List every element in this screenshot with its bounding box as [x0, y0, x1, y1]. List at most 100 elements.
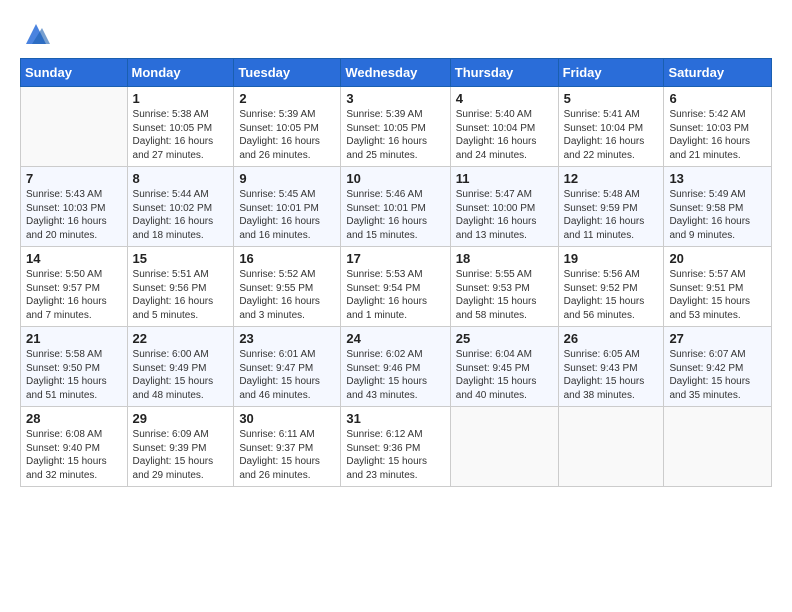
- day-number: 26: [564, 331, 659, 346]
- day-of-week-header: Tuesday: [234, 59, 341, 87]
- day-of-week-header: Wednesday: [341, 59, 450, 87]
- calendar-cell: 9 Sunrise: 5:45 AM Sunset: 10:01 PM Dayli…: [234, 167, 341, 247]
- calendar-cell: 12 Sunrise: 5:48 AM Sunset: 9:59 PM Dayli…: [558, 167, 664, 247]
- calendar-cell: 17 Sunrise: 5:53 AM Sunset: 9:54 PM Dayli…: [341, 247, 450, 327]
- calendar-cell: 15 Sunrise: 5:51 AM Sunset: 9:56 PM Dayli…: [127, 247, 234, 327]
- day-number: 8: [133, 171, 229, 186]
- day-number: 17: [346, 251, 444, 266]
- cell-info: Sunrise: 5:43 AM Sunset: 10:03 PM Daylig…: [26, 188, 122, 242]
- logo: [20, 20, 50, 48]
- day-number: 25: [456, 331, 553, 346]
- page: SundayMondayTuesdayWednesdayThursdayFrid…: [0, 0, 792, 507]
- cell-info: Sunrise: 5:58 AM Sunset: 9:50 PM Dayligh…: [26, 348, 122, 402]
- calendar-cell: 10 Sunrise: 5:46 AM Sunset: 10:01 PM Dayl…: [341, 167, 450, 247]
- calendar-cell: 4Sunrise: 5:40 AM Sunset: 10:04 PM Dayli…: [450, 87, 558, 167]
- day-number: 3: [346, 91, 444, 106]
- cell-info: Sunrise: 5:57 AM Sunset: 9:51 PM Dayligh…: [669, 268, 766, 322]
- cell-info: Sunrise: 5:50 AM Sunset: 9:57 PM Dayligh…: [26, 268, 122, 322]
- calendar-cell: 14 Sunrise: 5:50 AM Sunset: 9:57 PM Dayli…: [21, 247, 128, 327]
- calendar-cell: 13 Sunrise: 5:49 AM Sunset: 9:58 PM Dayli…: [664, 167, 772, 247]
- calendar-cell: 8 Sunrise: 5:44 AM Sunset: 10:02 PM Dayli…: [127, 167, 234, 247]
- cell-info: Sunrise: 6:09 AM Sunset: 9:39 PM Dayligh…: [133, 428, 229, 482]
- calendar-cell: 18Sunrise: 5:55 AM Sunset: 9:53 PM Dayli…: [450, 247, 558, 327]
- cell-info: Sunrise: 6:11 AM Sunset: 9:37 PM Dayligh…: [239, 428, 335, 482]
- calendar-cell: 19 Sunrise: 5:56 AM Sunset: 9:52 PM Dayli…: [558, 247, 664, 327]
- day-of-week-header: Friday: [558, 59, 664, 87]
- day-number: 24: [346, 331, 444, 346]
- calendar-header-row: SundayMondayTuesdayWednesdayThursdayFrid…: [21, 59, 772, 87]
- calendar-cell: 20 Sunrise: 5:57 AM Sunset: 9:51 PM Dayli…: [664, 247, 772, 327]
- calendar-cell: 28 Sunrise: 6:08 AM Sunset: 9:40 PM Dayli…: [21, 407, 128, 487]
- cell-info: Sunrise: 5:53 AM Sunset: 9:54 PM Dayligh…: [346, 268, 444, 322]
- cell-info: Sunrise: 5:49 AM Sunset: 9:58 PM Dayligh…: [669, 188, 766, 242]
- day-number: 28: [26, 411, 122, 426]
- calendar-cell: 21 Sunrise: 5:58 AM Sunset: 9:50 PM Dayli…: [21, 327, 128, 407]
- cell-info: Sunrise: 5:46 AM Sunset: 10:01 PM Daylig…: [346, 188, 444, 242]
- calendar-week-row: 1 Sunrise: 5:38 AM Sunset: 10:05 PM Dayli…: [21, 87, 772, 167]
- cell-info: Sunrise: 5:47 AM Sunset: 10:00 PM Daylig…: [456, 188, 553, 242]
- header: [20, 16, 772, 48]
- day-of-week-header: Monday: [127, 59, 234, 87]
- calendar-cell: 26Sunrise: 6:05 AM Sunset: 9:43 PM Dayli…: [558, 327, 664, 407]
- calendar-cell: [450, 407, 558, 487]
- cell-info: Sunrise: 6:00 AM Sunset: 9:49 PM Dayligh…: [133, 348, 229, 402]
- cell-info: Sunrise: 5:42 AM Sunset: 10:03 PM Daylig…: [669, 108, 766, 162]
- calendar-cell: 5 Sunrise: 5:41 AM Sunset: 10:04 PM Dayli…: [558, 87, 664, 167]
- cell-info: Sunrise: 6:02 AM Sunset: 9:46 PM Dayligh…: [346, 348, 444, 402]
- day-number: 14: [26, 251, 122, 266]
- cell-info: Sunrise: 6:08 AM Sunset: 9:40 PM Dayligh…: [26, 428, 122, 482]
- calendar-cell: 24 Sunrise: 6:02 AM Sunset: 9:46 PM Dayli…: [341, 327, 450, 407]
- day-number: 31: [346, 411, 444, 426]
- day-number: 1: [133, 91, 229, 106]
- cell-info: Sunrise: 5:38 AM Sunset: 10:05 PM Daylig…: [133, 108, 229, 162]
- cell-info: Sunrise: 5:52 AM Sunset: 9:55 PM Dayligh…: [239, 268, 335, 322]
- day-number: 16: [239, 251, 335, 266]
- cell-info: Sunrise: 6:04 AM Sunset: 9:45 PM Dayligh…: [456, 348, 553, 402]
- calendar-week-row: 28 Sunrise: 6:08 AM Sunset: 9:40 PM Dayli…: [21, 407, 772, 487]
- day-number: 2: [239, 91, 335, 106]
- day-number: 9: [239, 171, 335, 186]
- day-number: 20: [669, 251, 766, 266]
- day-number: 22: [133, 331, 229, 346]
- cell-info: Sunrise: 5:44 AM Sunset: 10:02 PM Daylig…: [133, 188, 229, 242]
- cell-info: Sunrise: 5:45 AM Sunset: 10:01 PM Daylig…: [239, 188, 335, 242]
- day-number: 5: [564, 91, 659, 106]
- calendar-cell: 31 Sunrise: 6:12 AM Sunset: 9:36 PM Dayli…: [341, 407, 450, 487]
- day-of-week-header: Thursday: [450, 59, 558, 87]
- day-number: 30: [239, 411, 335, 426]
- day-number: 10: [346, 171, 444, 186]
- calendar-week-row: 7 Sunrise: 5:43 AM Sunset: 10:03 PM Dayli…: [21, 167, 772, 247]
- day-number: 15: [133, 251, 229, 266]
- calendar-cell: 29Sunrise: 6:09 AM Sunset: 9:39 PM Dayli…: [127, 407, 234, 487]
- calendar-cell: 1 Sunrise: 5:38 AM Sunset: 10:05 PM Dayli…: [127, 87, 234, 167]
- calendar-cell: 3Sunrise: 5:39 AM Sunset: 10:05 PM Dayli…: [341, 87, 450, 167]
- calendar-cell: 6Sunrise: 5:42 AM Sunset: 10:03 PM Dayli…: [664, 87, 772, 167]
- day-number: 27: [669, 331, 766, 346]
- calendar-cell: 23Sunrise: 6:01 AM Sunset: 9:47 PM Dayli…: [234, 327, 341, 407]
- calendar-cell: 11 Sunrise: 5:47 AM Sunset: 10:00 PM Dayl…: [450, 167, 558, 247]
- day-of-week-header: Sunday: [21, 59, 128, 87]
- day-number: 21: [26, 331, 122, 346]
- cell-info: Sunrise: 5:51 AM Sunset: 9:56 PM Dayligh…: [133, 268, 229, 322]
- calendar-cell: [664, 407, 772, 487]
- cell-info: Sunrise: 5:48 AM Sunset: 9:59 PM Dayligh…: [564, 188, 659, 242]
- calendar-week-row: 14 Sunrise: 5:50 AM Sunset: 9:57 PM Dayli…: [21, 247, 772, 327]
- calendar-cell: [21, 87, 128, 167]
- cell-info: Sunrise: 5:41 AM Sunset: 10:04 PM Daylig…: [564, 108, 659, 162]
- logo-icon: [22, 20, 50, 48]
- day-number: 18: [456, 251, 553, 266]
- day-number: 19: [564, 251, 659, 266]
- calendar-week-row: 21 Sunrise: 5:58 AM Sunset: 9:50 PM Dayli…: [21, 327, 772, 407]
- day-number: 12: [564, 171, 659, 186]
- cell-info: Sunrise: 6:12 AM Sunset: 9:36 PM Dayligh…: [346, 428, 444, 482]
- calendar-cell: 2Sunrise: 5:39 AM Sunset: 10:05 PM Dayli…: [234, 87, 341, 167]
- day-number: 13: [669, 171, 766, 186]
- cell-info: Sunrise: 5:56 AM Sunset: 9:52 PM Dayligh…: [564, 268, 659, 322]
- calendar-cell: 27Sunrise: 6:07 AM Sunset: 9:42 PM Dayli…: [664, 327, 772, 407]
- day-number: 7: [26, 171, 122, 186]
- calendar-cell: [558, 407, 664, 487]
- cell-info: Sunrise: 6:01 AM Sunset: 9:47 PM Dayligh…: [239, 348, 335, 402]
- day-number: 11: [456, 171, 553, 186]
- calendar-cell: 22 Sunrise: 6:00 AM Sunset: 9:49 PM Dayli…: [127, 327, 234, 407]
- calendar-cell: 25 Sunrise: 6:04 AM Sunset: 9:45 PM Dayli…: [450, 327, 558, 407]
